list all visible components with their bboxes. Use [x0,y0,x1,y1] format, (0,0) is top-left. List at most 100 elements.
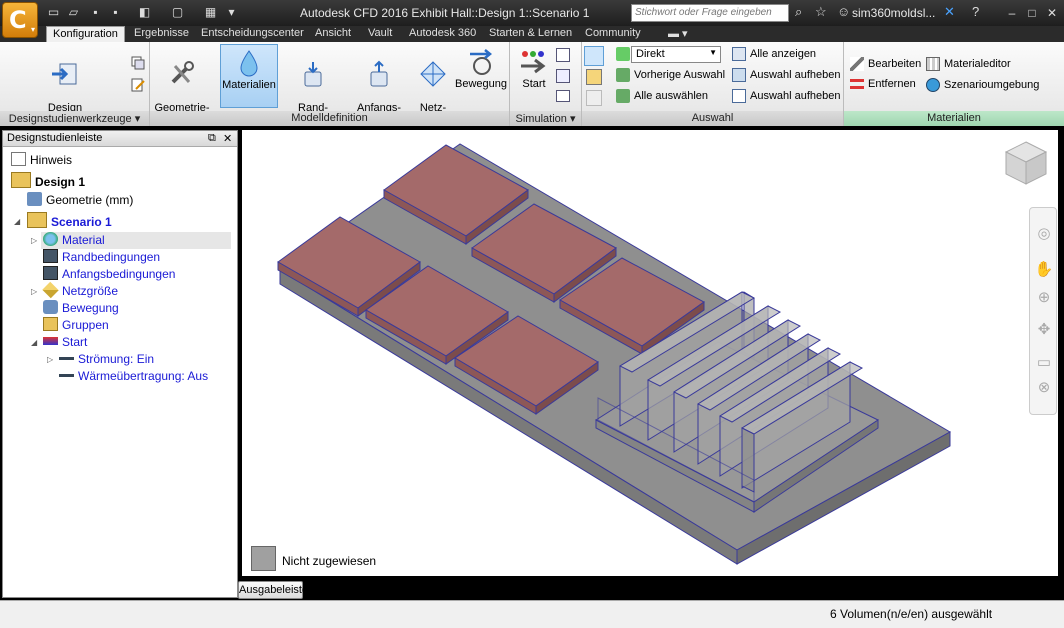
job-monitor-icon[interactable] [556,69,570,83]
tab-starten-lernen[interactable]: Starten & Lernen [489,26,572,42]
tree-item-initial-conditions[interactable]: Anfangsbedingungen [43,266,175,283]
mail-icon[interactable] [556,90,570,102]
select-volume-icon[interactable] [586,69,602,85]
model-canvas[interactable] [242,130,1058,576]
geometry-icon [27,192,42,206]
look-icon[interactable]: ▭ [1034,353,1054,373]
float-panel-icon[interactable]: ⧉ [208,132,216,145]
open-folder-icon[interactable]: ▱ [66,5,81,20]
tab-entscheidungscenter[interactable]: Entscheidungscenter [201,26,304,42]
globe-icon [926,78,940,92]
tree-item-hint[interactable]: Hinweis [11,152,72,169]
pan-hand-icon[interactable]: ✋ [1034,260,1054,280]
app-menu-button[interactable]: C ▾ [2,2,38,38]
tree-item-start[interactable]: Start [43,334,87,351]
tab-autodesk-360[interactable]: Autodesk 360 [409,26,476,42]
deselect-button-1[interactable]: Auswahl aufheben [732,68,841,86]
panel-design-tools: Design hinzufügen/aktualisieren Designst… [0,42,150,126]
search-input[interactable]: Stichwort oder Frage eingeben [631,4,789,22]
zoom-icon[interactable]: ⊕ [1034,288,1054,308]
video-icon[interactable]: ▬ ▾ [668,26,688,42]
scenario-environment-button[interactable]: Szenarioumgebung [926,78,1039,96]
grid-icon[interactable]: ▦ [203,5,218,20]
exchange-icon[interactable]: ✕ [944,4,955,20]
boundary-conditions-button[interactable]: Rand- bedingungen [282,44,346,126]
materials-button[interactable]: Materialien [220,44,278,108]
show-all-button[interactable]: Alle anzeigen [732,47,816,65]
deselect-button-2[interactable]: Auswahl aufheben [732,89,841,107]
qat-dropdown-icon[interactable]: ▾ [224,5,239,20]
center-icon[interactable]: ⊗ [1034,378,1054,398]
panel-selection: Direkt ▼ Vorherige Auswahl Alle auswählen… [582,42,844,126]
previous-selection-button[interactable]: Vorherige Auswahl [616,68,725,86]
user-name[interactable]: sim360moldsl... [852,6,935,20]
orbit-icon[interactable]: ✥ [1034,320,1054,340]
collapse-arrow-icon[interactable]: ◢ [14,217,20,226]
start-simulation-button[interactable]: Start [516,44,552,108]
previous-selection-icon [616,68,630,82]
panel-model-definition: Geometrie- werkzeuge Materialien Rand- b… [150,42,510,126]
collapse-arrow-icon[interactable]: ◢ [31,338,37,347]
minimize-icon[interactable]: – [1004,5,1020,21]
deselect-icon [732,68,746,82]
geometry-tools-button[interactable]: Geometrie- werkzeuge [154,44,210,126]
copy-design-icon[interactable] [131,56,145,70]
select-cursor-icon[interactable] [584,46,604,66]
tree-item-scenario[interactable]: Scenario 1 [27,212,112,229]
material-editor-button[interactable]: Materialeditor [926,57,1011,75]
design-folder-icon [11,172,31,188]
tree-item-boundary-conditions[interactable]: Randbedingungen [43,249,160,266]
design-study-bar: Designstudienleiste ⧉ ✕ Hinweis Design 1… [2,130,238,598]
tree-item-motion[interactable]: Bewegung [43,300,119,317]
tree-item-geometry[interactable]: Geometrie (mm) [27,192,133,209]
select-surface-icon[interactable] [586,90,602,106]
tree-item-design[interactable]: Design 1 [11,172,85,189]
expand-arrow-icon[interactable]: ▷ [47,355,53,364]
tree-item-material[interactable]: Material [43,232,105,249]
save-icon[interactable]: ▪ [88,5,103,20]
new-file-icon[interactable]: ▭ [46,5,61,20]
view-cube-icon[interactable] [1002,140,1050,188]
save-as-icon[interactable]: ▪ [108,5,123,20]
close-icon[interactable]: ✕ [1044,5,1060,21]
star-icon[interactable]: ☆ [815,4,827,20]
mesh-size-button[interactable]: Netz- größen [414,44,452,126]
binoculars-icon[interactable]: ⌕ [795,4,802,20]
remove-material-button[interactable]: Entfernen [850,78,916,96]
output-bar-button[interactable]: Ausgabeleiste [238,581,308,599]
list-icon[interactable] [556,48,570,62]
material-editor-icon [926,57,940,71]
help-icon[interactable]: ? [972,4,979,19]
tab-ergebnisse[interactable]: Ergebnisse [134,26,189,42]
maximize-icon[interactable]: □ [1024,5,1040,21]
tree-item-groups[interactable]: Gruppen [43,317,109,334]
panel-title-selection: Auswahl [582,111,843,126]
clipboard-icon[interactable]: ◧ [137,5,152,20]
select-all-button[interactable]: Alle auswählen [616,89,708,107]
tab-ansicht[interactable]: Ansicht [315,26,351,42]
initial-conditions-tree-icon [43,266,58,280]
add-update-design-button[interactable]: Design hinzufügen/aktualisieren [6,44,125,126]
close-panel-icon[interactable]: ✕ [223,132,232,145]
show-all-icon [732,47,746,61]
user-icon[interactable]: ☺ [837,4,850,19]
pcb-board[interactable] [279,143,952,565]
tab-konfiguration[interactable]: Konfiguration [46,26,125,42]
tree-item-flow[interactable]: Strömung: Ein [59,351,154,368]
edit-material-button[interactable]: Bearbeiten [850,57,921,75]
view-cube-icon[interactable]: ▢ [170,5,185,20]
expand-arrow-icon[interactable]: ▷ [31,236,37,245]
steering-wheel-icon[interactable]: ◎ [1034,224,1054,244]
initial-conditions-button[interactable]: Anfangs- bedingungen [346,44,412,126]
graphics-viewport[interactable] [242,130,1058,576]
expand-arrow-icon[interactable]: ▷ [31,287,37,296]
tab-vault[interactable]: Vault [368,26,392,42]
motion-button[interactable]: Bewegung [454,44,508,108]
panel-title-design-tools[interactable]: Designstudienwerkzeuge ▾ [0,111,149,126]
tab-community[interactable]: Community [585,26,641,42]
edit-design-icon[interactable] [131,78,145,92]
selection-mode-select[interactable]: Direkt ▼ [631,46,721,63]
tree-item-mesh-size[interactable]: Netzgröße [42,281,118,300]
tree-item-heat-transfer[interactable]: Wärmeübertragung: Aus [59,368,208,385]
panel-title-simulation[interactable]: Simulation ▾ [510,111,581,126]
